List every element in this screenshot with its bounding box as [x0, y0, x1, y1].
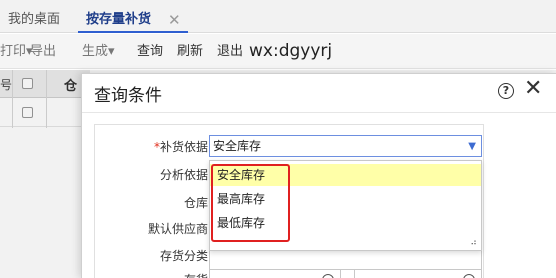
tab-my-desktop[interactable]: 我的桌面	[8, 7, 60, 33]
basis-select-value: 安全库存	[213, 139, 262, 153]
inventory-to-field[interactable]	[354, 269, 482, 278]
category-field[interactable]	[209, 248, 482, 270]
chevron-down-icon[interactable]: ▼	[468, 137, 476, 157]
analysis-label: 分析依据	[159, 168, 208, 182]
search-icon[interactable]	[322, 274, 334, 278]
dialog-title: 查询条件	[94, 86, 162, 106]
tab-label: 按存量补货	[86, 12, 152, 27]
print-button[interactable]: 打印▾	[0, 43, 33, 61]
tab-bar: 我的桌面 按存量补货 ✕	[0, 0, 556, 33]
category-label: 存货分类	[159, 249, 208, 263]
dialog-divider	[82, 112, 556, 113]
basis-select[interactable]: 安全库存 ▼	[209, 135, 482, 157]
annotation-highlight	[211, 164, 290, 242]
warehouse-label: 仓库	[183, 196, 208, 210]
resize-grip-icon[interactable]: ⠴	[470, 238, 477, 248]
refresh-button[interactable]: 刷新	[177, 43, 203, 61]
basis-label: *补货依据	[153, 140, 208, 154]
supplier-label: 默认供应商	[147, 222, 208, 236]
generate-button[interactable]: 生成▾	[82, 43, 115, 61]
exit-button[interactable]: 退出	[217, 43, 243, 61]
help-icon[interactable]: ?	[498, 83, 514, 99]
search-icon[interactable]	[463, 274, 475, 278]
close-tab-icon[interactable]: ✕	[168, 7, 181, 33]
tab-restock-by-stock[interactable]: 按存量补货 ✕	[78, 7, 188, 33]
close-icon[interactable]: ✕	[524, 78, 542, 100]
export-button[interactable]: 导出	[30, 43, 56, 61]
user-label: wx:dgyyrj	[249, 41, 333, 61]
inventory-label: 存货	[80, 271, 208, 278]
toolbar: 打印▾ 导出 生成▾ 查询 刷新 退出 wx:dgyyrj	[0, 34, 556, 69]
inventory-from-field[interactable]	[209, 269, 341, 278]
query-button[interactable]: 查询	[137, 43, 163, 61]
